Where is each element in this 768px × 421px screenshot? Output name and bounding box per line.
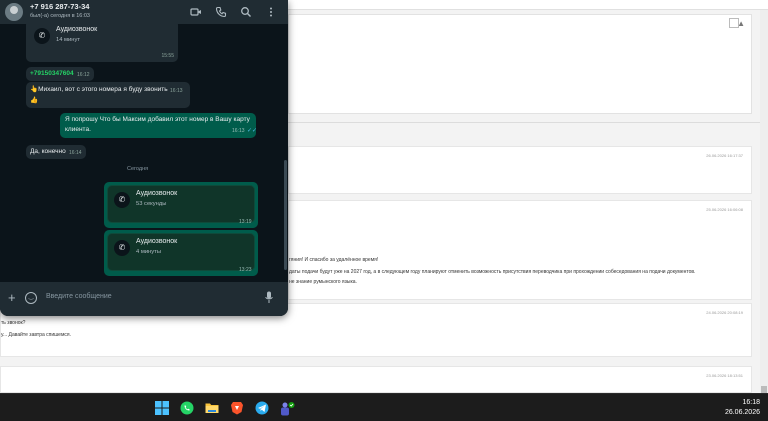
contact-status: был(-а) сегодня в 16:03 (30, 13, 90, 19)
call-card[interactable] (107, 185, 255, 223)
whatsapp-icon[interactable] (180, 401, 194, 415)
close-icon[interactable] (729, 18, 739, 28)
page-topbar (288, 0, 768, 10)
call-phone-icon: ✆ (114, 240, 130, 256)
message-time: 16:14 (69, 150, 82, 156)
chat-scrollbar[interactable] (284, 160, 287, 270)
text-message[interactable]: Да, конечно 16:14 (26, 145, 86, 159)
chat-header[interactable]: +7 916 287-73-34 был(-а) сегодня в 16:03 (0, 0, 288, 24)
thumbs-up-emoji: 👍 (30, 97, 39, 104)
avatar[interactable] (5, 3, 23, 21)
more-vert-icon[interactable] (265, 6, 277, 18)
brave-icon[interactable] (230, 401, 244, 415)
clock-date: 26.06.2026 (724, 409, 760, 416)
search-icon[interactable] (240, 6, 252, 18)
call-duration: 53 секунды (136, 201, 167, 207)
attach-plus-icon[interactable]: + (8, 291, 16, 305)
clock-time: 16:18 (742, 399, 760, 406)
audio-call-message[interactable]: ✆ Аудиозвонок 53 секунды 13:19 (104, 182, 258, 228)
message-text: 👆Михаил, вот с этого номера я буду звони… (30, 86, 168, 93)
card-date: 25.06.2026 16:06:08 (706, 207, 743, 212)
history-card: 23.06.2026 18:13:51 (0, 366, 752, 393)
message-time: 16:12 (77, 72, 90, 78)
message-text: клиента. (65, 126, 91, 133)
message-time: 13:19 (239, 219, 252, 225)
outgoing-message[interactable]: Я попрошу Что бы Максим добавил этот ном… (60, 113, 258, 138)
message-time: 16:13 (170, 88, 183, 94)
history-card: 26.06.2026 16:17:37 (288, 146, 752, 194)
card-text-line: не знание румынского языка. (289, 279, 357, 285)
audio-call-message[interactable]: ✆ Аудиозвонок 14 минут 15:55 (26, 24, 178, 62)
message-time: 16:13 (232, 128, 245, 134)
phone-number-link[interactable]: +79150347604 (30, 70, 74, 77)
message-time: 13:23 (239, 267, 252, 273)
card-text-line: даты подачи будут уже на 2027 год, а в с… (289, 269, 696, 275)
call-title: Аудиозвонок (136, 238, 178, 245)
file-explorer-icon[interactable] (205, 401, 219, 415)
telegram-icon[interactable] (255, 401, 269, 415)
card-text-line: ть звонок? (1, 320, 26, 326)
card-date: 24.06.2026 20:08:19 (706, 310, 743, 315)
audio-call-message[interactable]: ✆ Аудиозвонок 4 минуты 13:23 (104, 230, 258, 276)
call-card[interactable] (107, 233, 255, 271)
teams-icon[interactable] (280, 401, 295, 416)
contact-name[interactable]: +7 916 287-73-34 (30, 2, 89, 11)
text-message[interactable]: 👆Михаил, вот с этого номера я буду звони… (26, 82, 190, 108)
video-icon[interactable] (190, 6, 202, 18)
phone-icon[interactable] (215, 6, 227, 18)
call-phone-icon: ✆ (114, 192, 130, 208)
call-phone-icon: ✆ (34, 28, 50, 44)
card-text-line: у... Давайте завтра спишемся. (1, 332, 71, 338)
read-receipt-icon: ✓✓ (247, 128, 258, 134)
phone-number-message[interactable]: +79150347604 16:12 (26, 67, 94, 81)
message-text: Я попрошу Что бы Максим добавил этот ном… (65, 116, 250, 123)
windows-start-icon[interactable] (155, 401, 169, 415)
card-date: 26.06.2026 16:17:37 (706, 153, 743, 158)
card-text-line: гяния! И спасибо за удалённое время! (289, 257, 379, 263)
call-title: Аудиозвонок (56, 26, 98, 33)
chat-messages[interactable]: ✆ Аудиозвонок 14 минут 15:55 +7915034760… (0, 24, 288, 282)
message-text: Да, конечно (30, 148, 66, 155)
call-duration: 4 минуты (136, 249, 161, 255)
taskbar: 16:18 26.06.2026 (0, 393, 768, 421)
message-input[interactable]: Введите сообщение (46, 293, 112, 300)
day-separator: Сегодня (124, 166, 152, 172)
screen: ▲ 26.06.2026 16:17:37 25.06.2026 16:06:0… (0, 0, 768, 421)
microphone-icon[interactable] (265, 291, 273, 304)
message-time: 15:55 (161, 53, 174, 59)
whatsapp-window: +7 916 287-73-34 был(-а) сегодня в 16:03… (0, 0, 288, 316)
call-title: Аудиозвонок (136, 190, 178, 197)
card-date: 23.06.2026 18:13:51 (706, 373, 743, 378)
top-collapsible-box: ▲ (288, 14, 752, 114)
page-scrollbar[interactable] (760, 10, 768, 394)
system-clock[interactable]: 16:18 26.06.2026 (725, 398, 760, 418)
history-card: 25.06.2026 16:06:08 гяния! И спасибо за … (288, 200, 752, 300)
call-duration: 14 минут (56, 37, 81, 43)
message-composer: + ‿ Введите сообщение (0, 282, 288, 316)
sticker-icon[interactable]: ‿ (25, 292, 37, 304)
